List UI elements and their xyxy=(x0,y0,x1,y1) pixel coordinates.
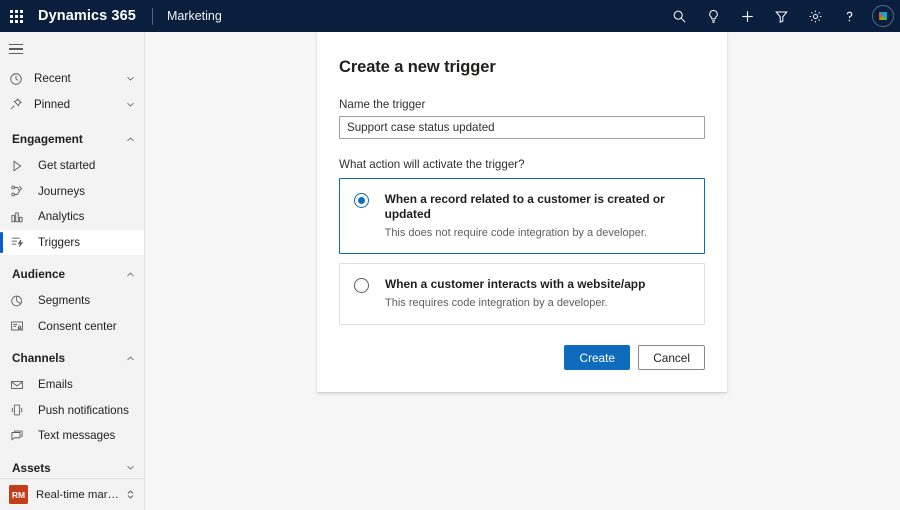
trigger-option-record-related[interactable]: When a record related to a customer is c… xyxy=(339,178,705,254)
filter-icon[interactable] xyxy=(764,0,798,32)
plus-icon[interactable] xyxy=(730,0,764,32)
sidebar-item-label: Analytics xyxy=(38,210,84,223)
chevron-down-icon xyxy=(125,99,136,110)
option-description: This does not require code integration b… xyxy=(385,226,691,240)
option-title: When a customer interacts with a website… xyxy=(385,277,645,292)
trigger-name-input[interactable] xyxy=(339,116,705,139)
sidebar-item-label: Get started xyxy=(38,159,95,172)
waffle-icon xyxy=(10,10,23,23)
sidebar-group-label: Channels xyxy=(12,351,65,365)
triggers-icon xyxy=(10,234,30,250)
sidebar-item-emails[interactable]: Emails xyxy=(0,372,144,398)
sidebar-item-pinned[interactable]: Pinned xyxy=(0,92,144,118)
action-question-label: What action will activate the trigger? xyxy=(339,158,705,171)
sidebar-item-label: Recent xyxy=(34,72,71,85)
search-icon[interactable] xyxy=(662,0,696,32)
lightbulb-icon[interactable] xyxy=(696,0,730,32)
chevron-up-icon xyxy=(125,353,136,364)
avatar-circle xyxy=(872,5,894,27)
consent-icon xyxy=(10,318,30,334)
hamburger-menu-button[interactable] xyxy=(0,32,144,66)
app-module-name: Marketing xyxy=(167,9,222,23)
option-title: When a record related to a customer is c… xyxy=(385,192,691,222)
dialog-actions: Create Cancel xyxy=(339,345,705,370)
pie-chart-icon xyxy=(10,293,30,309)
sidebar-group-label: Engagement xyxy=(12,132,83,146)
sidebar-scroll-area: Recent Pinned Engagem xyxy=(0,32,144,478)
sidebar-item-triggers[interactable]: Triggers xyxy=(0,230,144,256)
sidebar: Recent Pinned Engagem xyxy=(0,32,145,510)
avatar[interactable] xyxy=(866,0,900,32)
sidebar-item-label: Consent center xyxy=(38,320,117,333)
journeys-icon xyxy=(10,183,30,199)
sidebar-group-label: Assets xyxy=(12,461,51,475)
play-icon xyxy=(10,158,30,174)
sidebar-item-label: Pinned xyxy=(34,98,70,111)
create-trigger-dialog: Create a new trigger Name the trigger Wh… xyxy=(317,32,727,392)
analytics-icon xyxy=(10,209,30,225)
chevron-down-icon xyxy=(125,462,136,473)
sidebar-item-analytics[interactable]: Analytics xyxy=(0,204,144,230)
sidebar-item-label: Text messages xyxy=(38,429,115,442)
mobile-icon xyxy=(10,402,30,418)
sidebar-spacer xyxy=(0,117,144,125)
app-badge: RM xyxy=(9,485,28,504)
sidebar-item-consent-center[interactable]: Consent center xyxy=(0,314,144,340)
app-launcher-button[interactable] xyxy=(0,0,32,32)
radio-button-selected[interactable] xyxy=(354,193,369,208)
sidebar-group-assets[interactable]: Assets xyxy=(0,454,144,479)
gear-icon[interactable] xyxy=(798,0,832,32)
name-field-label: Name the trigger xyxy=(339,98,705,111)
main-content: Create a new trigger Name the trigger Wh… xyxy=(145,32,900,510)
cancel-button[interactable]: Cancel xyxy=(638,345,705,370)
envelope-icon xyxy=(10,377,30,393)
sidebar-item-label: Push notifications xyxy=(38,404,129,417)
clock-icon xyxy=(9,71,29,87)
brand-divider xyxy=(152,8,153,25)
sidebar-item-label: Emails xyxy=(38,378,73,391)
chevron-updown-icon xyxy=(125,489,136,500)
chevron-down-icon xyxy=(125,73,136,84)
sidebar-group-engagement[interactable]: Engagement xyxy=(0,125,144,153)
radio-dot xyxy=(358,197,365,204)
sidebar-group-label: Audience xyxy=(12,267,65,281)
sidebar-group-channels[interactable]: Channels xyxy=(0,344,144,372)
app-switcher-label: Real-time marketi... xyxy=(36,489,124,501)
sidebar-item-get-started[interactable]: Get started xyxy=(0,153,144,179)
sidebar-item-journeys[interactable]: Journeys xyxy=(0,179,144,205)
sidebar-item-recent[interactable]: Recent xyxy=(0,66,144,92)
topbar-actions xyxy=(662,0,900,32)
pin-icon xyxy=(9,96,29,112)
hamburger-icon xyxy=(9,44,23,55)
option-text-group: When a record related to a customer is c… xyxy=(385,192,691,240)
chevron-up-icon xyxy=(125,269,136,280)
sidebar-item-segments[interactable]: Segments xyxy=(0,288,144,314)
sidebar-group-audience[interactable]: Audience xyxy=(0,260,144,288)
option-description: This requires code integration by a deve… xyxy=(385,296,645,310)
sidebar-item-text-messages[interactable]: Text messages xyxy=(0,423,144,449)
brand-title: Dynamics 365 xyxy=(38,8,136,24)
radio-button-unselected[interactable] xyxy=(354,278,369,293)
app-body: Recent Pinned Engagem xyxy=(0,32,900,510)
sidebar-item-push-notifications[interactable]: Push notifications xyxy=(0,398,144,424)
sidebar-item-label: Segments xyxy=(38,294,90,307)
app-switcher[interactable]: RM Real-time marketi... xyxy=(0,478,144,510)
create-button[interactable]: Create xyxy=(564,345,630,370)
page-title: Create a new trigger xyxy=(339,58,705,77)
option-text-group: When a customer interacts with a website… xyxy=(385,277,645,310)
chevron-up-icon xyxy=(125,134,136,145)
trigger-option-website-app[interactable]: When a customer interacts with a website… xyxy=(339,263,705,325)
question-icon[interactable] xyxy=(832,0,866,32)
sidebar-item-label: Triggers xyxy=(38,236,80,249)
sidebar-item-label: Journeys xyxy=(38,185,85,198)
chat-icon xyxy=(10,428,30,444)
avatar-glyph xyxy=(879,12,887,20)
top-command-bar: Dynamics 365 Marketing xyxy=(0,0,900,32)
